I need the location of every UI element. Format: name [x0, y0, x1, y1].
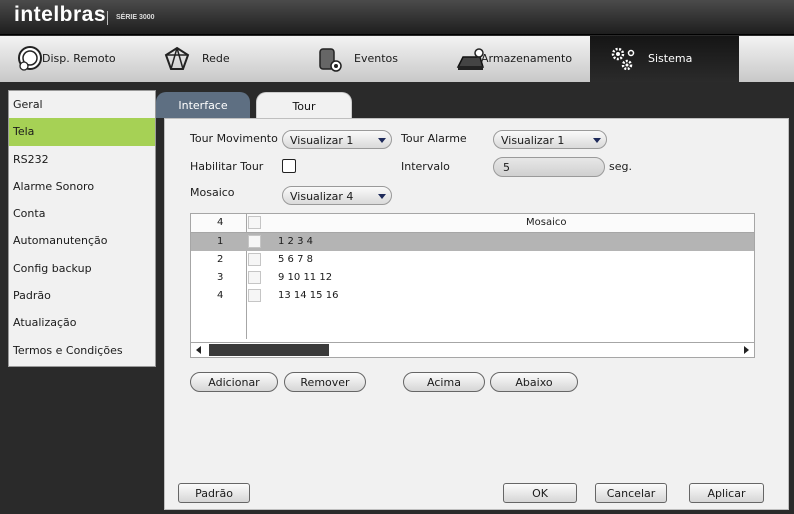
sidebar-item-config-backup[interactable]: Config backup — [9, 255, 155, 282]
row-value: 1 2 3 4 — [278, 236, 313, 247]
sidebar-item-alarme-sonoro[interactable]: Alarme Sonoro — [9, 173, 155, 200]
tour-movimento-value: Visualizar 1 — [290, 134, 354, 147]
adicionar-button[interactable]: Adicionar — [190, 372, 278, 392]
top-nav: Disp. Remoto Rede Eventos Armazenamento … — [0, 36, 794, 82]
row-index: 4 — [217, 290, 224, 301]
title-bar: intelbras SÉRIE 3000 — [0, 0, 794, 35]
nav-tab-armazenamento[interactable]: Armazenamento — [450, 36, 585, 82]
nav-label: Sistema — [648, 52, 693, 65]
acima-button[interactable]: Acima — [403, 372, 485, 392]
events-icon — [319, 48, 342, 72]
header-select-box[interactable] — [248, 216, 261, 229]
series-label: SÉRIE 3000 — [116, 14, 155, 21]
header-count: 4 — [217, 217, 224, 228]
chevron-down-icon — [593, 138, 601, 143]
nav-tab-eventos[interactable]: Eventos — [300, 36, 445, 82]
sidebar-item-atualizacao[interactable]: Atualização — [9, 309, 155, 336]
row-select-box[interactable] — [248, 271, 261, 284]
gears-icon — [611, 47, 635, 71]
row-select-box[interactable] — [248, 289, 261, 302]
tour-panel: Tour Movimento Visualizar 1 Tour Alarme … — [164, 118, 789, 510]
row-value: 13 14 15 16 — [278, 290, 339, 301]
network-icon — [164, 46, 190, 70]
mosaico-label: Mosaico — [190, 186, 235, 199]
scrollbar-thumb[interactable] — [209, 344, 329, 356]
nav-label: Eventos — [354, 52, 398, 65]
table-row[interactable]: 4 13 14 15 16 — [191, 287, 754, 305]
mosaic-table: 4 Mosaico 1 1 2 3 4 2 5 6 7 8 3 9 10 11 … — [190, 213, 755, 358]
nav-tab-disp-remoto[interactable]: Disp. Remoto — [0, 36, 145, 82]
table-row[interactable]: 3 9 10 11 12 — [191, 269, 754, 287]
cancelar-button[interactable]: Cancelar — [595, 483, 667, 503]
remote-device-icon — [18, 46, 42, 71]
tab-interface[interactable]: Interface — [156, 92, 250, 118]
tour-movimento-select[interactable]: Visualizar 1 — [282, 130, 392, 149]
storage-icon — [456, 48, 484, 70]
horizontal-scrollbar[interactable] — [191, 342, 754, 357]
ok-button[interactable]: OK — [503, 483, 577, 503]
header-mosaico: Mosaico — [526, 217, 567, 228]
habilitar-tour-checkbox[interactable] — [282, 159, 296, 173]
abaixo-button[interactable]: Abaixo — [490, 372, 578, 392]
app-window: intelbras SÉRIE 3000 Disp. Remoto Rede E… — [0, 0, 794, 514]
chevron-down-icon — [378, 194, 386, 199]
table-row[interactable]: 2 5 6 7 8 — [191, 251, 754, 269]
nav-tab-rede[interactable]: Rede — [150, 36, 295, 82]
sidebar: Geral Tela RS232 Alarme Sonoro Conta Aut… — [8, 90, 156, 367]
tour-alarme-value: Visualizar 1 — [501, 134, 565, 147]
scroll-left-icon[interactable] — [196, 346, 201, 354]
aplicar-button[interactable]: Aplicar — [689, 483, 764, 503]
chevron-down-icon — [378, 138, 386, 143]
remover-button[interactable]: Remover — [284, 372, 366, 392]
sidebar-item-automanutencao[interactable]: Automanutenção — [9, 227, 155, 254]
sidebar-item-termos[interactable]: Termos e Condições — [9, 337, 155, 364]
content-area: Interface Tour Tour Movimento Visualizar… — [156, 90, 789, 510]
table-header: 4 Mosaico — [191, 214, 754, 233]
table-row[interactable]: 1 1 2 3 4 — [191, 233, 754, 251]
tour-movimento-label: Tour Movimento — [190, 132, 278, 145]
nav-label: Disp. Remoto — [42, 52, 116, 65]
nav-label: Armazenamento — [481, 52, 573, 65]
sidebar-item-geral[interactable]: Geral — [9, 91, 155, 118]
tour-alarme-label: Tour Alarme — [401, 132, 467, 145]
row-value: 5 6 7 8 — [278, 254, 313, 265]
mosaico-select[interactable]: Visualizar 4 — [282, 186, 392, 205]
row-select-box[interactable] — [248, 253, 261, 266]
row-index: 2 — [217, 254, 224, 265]
habilitar-tour-label: Habilitar Tour — [190, 160, 264, 173]
nav-tab-sistema[interactable]: Sistema — [590, 36, 739, 82]
row-index: 3 — [217, 272, 224, 283]
nav-label: Rede — [202, 52, 230, 65]
row-index: 1 — [217, 236, 224, 247]
tab-tour[interactable]: Tour — [256, 92, 352, 120]
mosaico-value: Visualizar 4 — [290, 190, 354, 203]
intervalo-input[interactable]: 5 — [493, 157, 605, 177]
intervalo-unit: seg. — [609, 160, 632, 173]
scroll-right-icon[interactable] — [744, 346, 749, 354]
row-select-box[interactable] — [248, 235, 261, 248]
logo-divider — [107, 11, 108, 25]
sidebar-item-tela[interactable]: Tela — [9, 118, 155, 146]
sidebar-item-padrao[interactable]: Padrão — [9, 282, 155, 309]
row-value: 9 10 11 12 — [278, 272, 333, 283]
intervalo-label: Intervalo — [401, 160, 450, 173]
padrao-button[interactable]: Padrão — [178, 483, 250, 503]
tour-alarme-select[interactable]: Visualizar 1 — [493, 130, 607, 149]
brand-logo: intelbras — [14, 3, 107, 26]
sidebar-item-conta[interactable]: Conta — [9, 200, 155, 227]
sidebar-item-rs232[interactable]: RS232 — [9, 146, 155, 173]
